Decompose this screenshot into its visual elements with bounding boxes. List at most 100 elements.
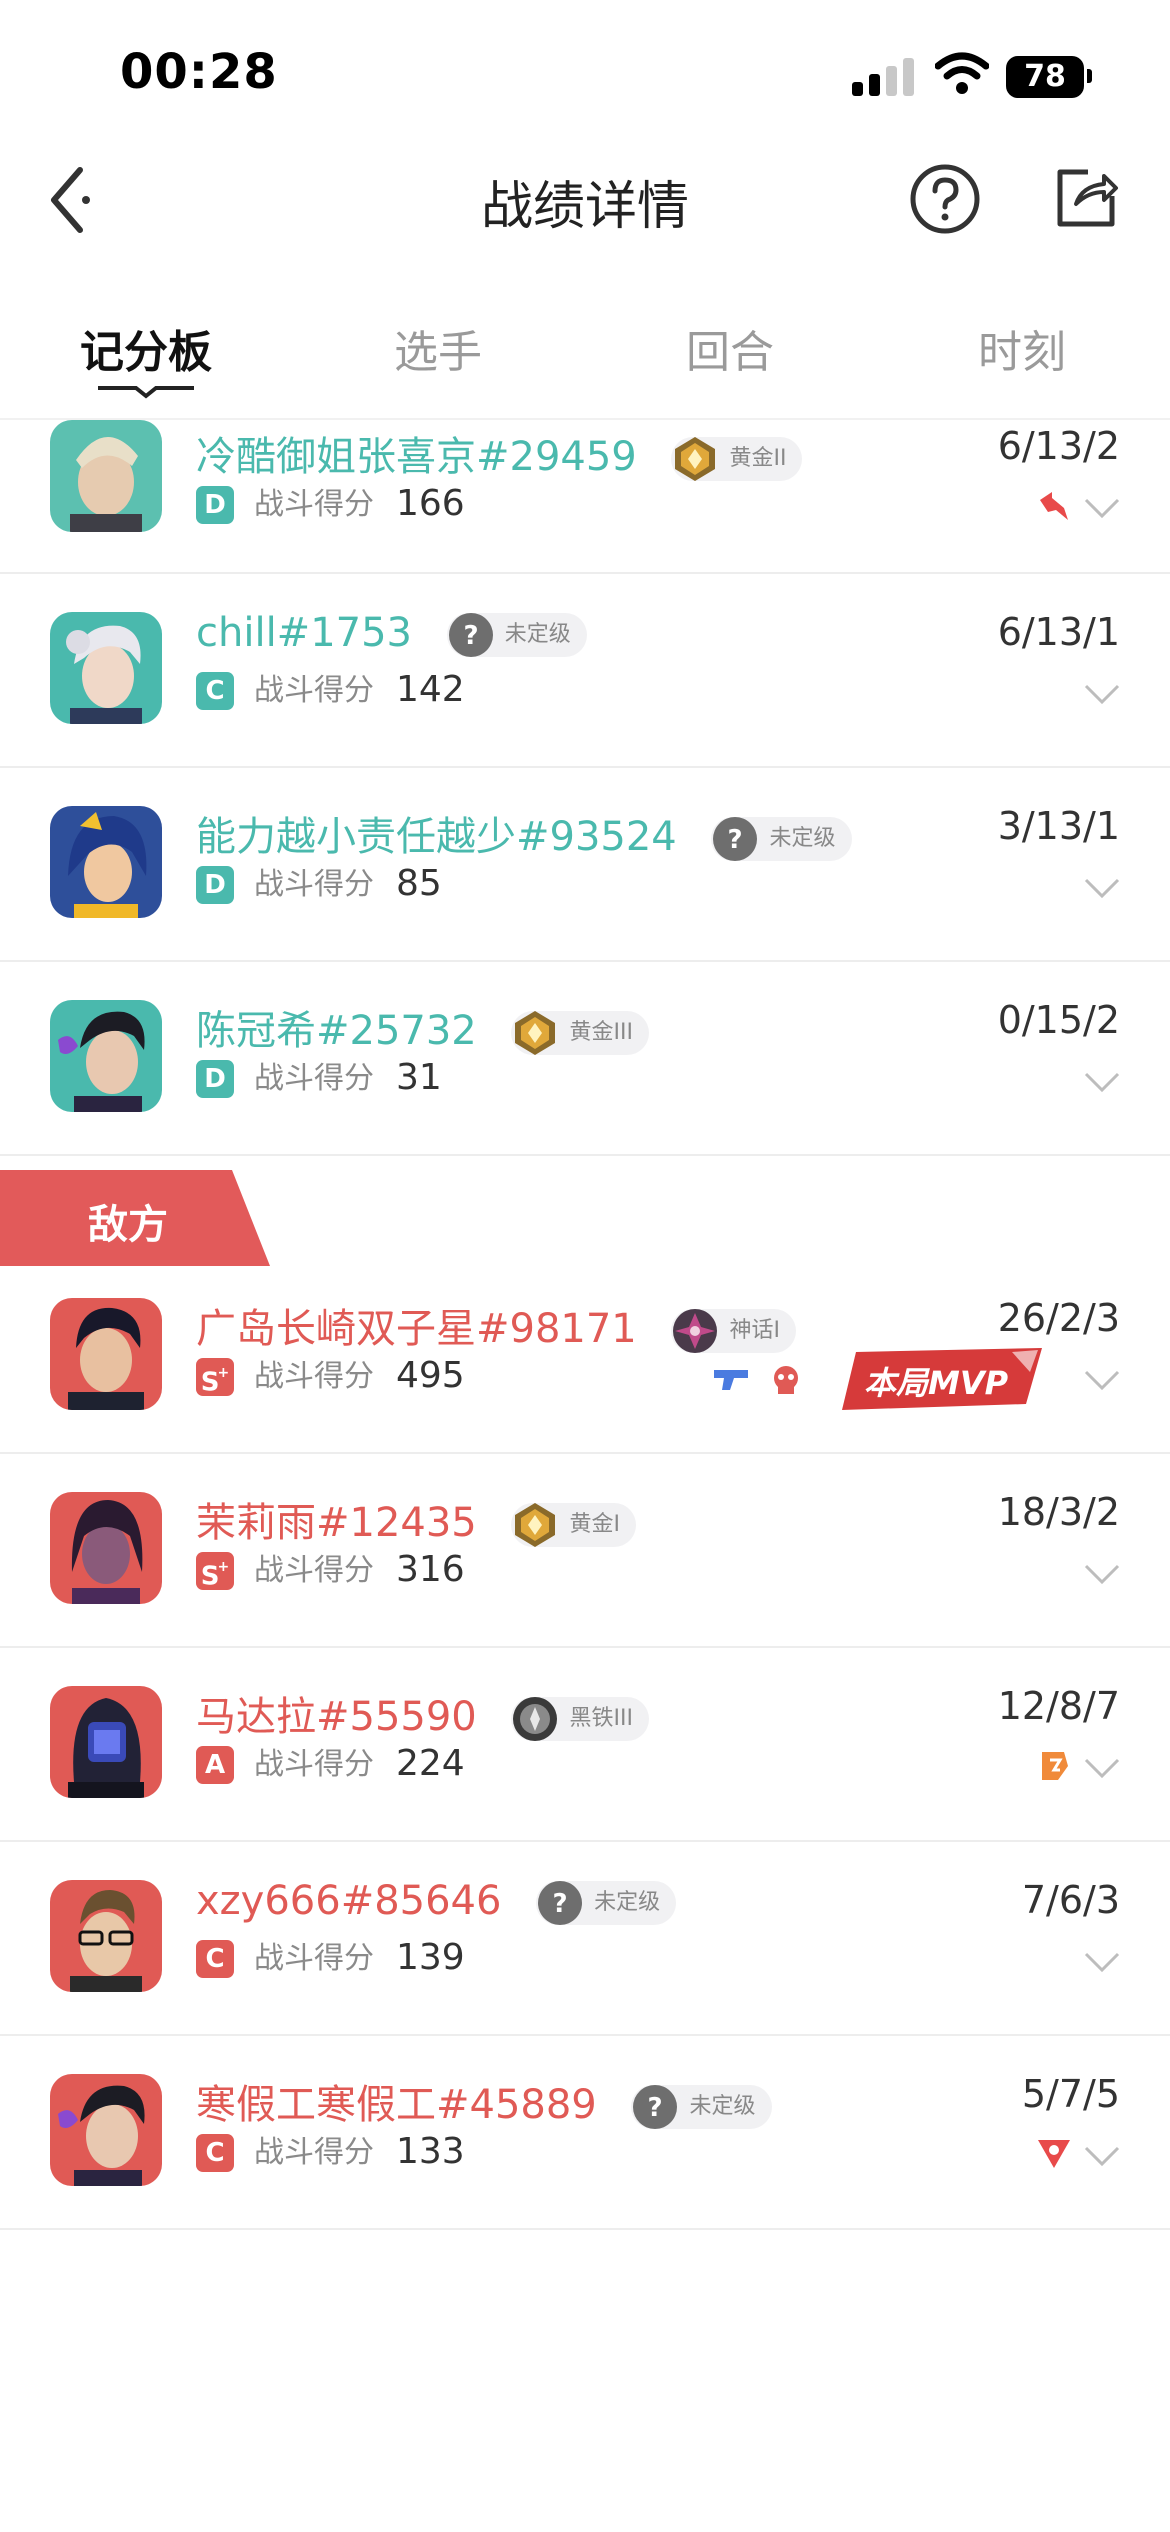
player-row[interactable]: 寒假工寒假工#45889 ? 未定级 C 战斗得分 133 5/7/5 (0, 2036, 1170, 2230)
battery-icon: 78 (1006, 56, 1084, 98)
score-label: 战斗得分 (254, 487, 374, 522)
gold-rank-icon (675, 437, 716, 481)
enemy-tag: 敌方 (0, 1170, 270, 1266)
combat-score: 85 (396, 863, 442, 904)
red-triangle-icon (1038, 2140, 1070, 2168)
kda: 6/13/1 (997, 610, 1120, 654)
rank-badge: 神话I (671, 1309, 796, 1353)
svg-text:?: ? (728, 825, 743, 855)
avatar (50, 806, 162, 918)
kda: 5/7/5 (1021, 2072, 1120, 2116)
rank-badge: ? 未定级 (446, 613, 587, 657)
rank-badge: ? 未定级 (711, 817, 852, 861)
score-label: 战斗得分 (254, 1359, 374, 1394)
rank-badge: 黄金I (511, 1503, 636, 1547)
avatar (50, 2074, 162, 2186)
score-label: 战斗得分 (254, 1747, 374, 1782)
combat-score: 224 (396, 1743, 465, 1784)
svg-text:?: ? (648, 2093, 663, 2123)
rank-badge: 黄金II (671, 437, 803, 481)
kda: 12/8/7 (997, 1684, 1120, 1728)
unranked-icon: ? (538, 1881, 583, 1925)
iron-rank-icon (513, 1697, 558, 1741)
kda: 26/2/3 (997, 1296, 1120, 1340)
player-name: 茉莉雨#12435 黄金I (196, 1490, 636, 1548)
gold-rank-icon (515, 1503, 556, 1547)
player-list: 冷酷御姐张喜京#29459 黄金II D 战斗得分 166 6/13/2 chi… (0, 418, 1170, 2230)
chevron-down-icon[interactable] (1084, 496, 1120, 520)
player-row[interactable]: xzy666#85646 ? 未定级 C 战斗得分 139 7/6/3 (0, 1842, 1170, 2036)
avatar (50, 612, 162, 724)
grade-badge: A (196, 1746, 234, 1784)
chevron-down-icon[interactable] (1084, 682, 1120, 706)
chevron-down-icon[interactable] (1084, 1368, 1120, 1392)
share-icon[interactable] (1052, 162, 1122, 232)
combat-score: 133 (396, 2131, 465, 2172)
svg-text:?: ? (463, 621, 478, 651)
combat-score: 142 (396, 669, 465, 710)
grade-badge: C (196, 2134, 234, 2172)
chevron-down-icon[interactable] (1084, 1950, 1120, 1974)
avatar (50, 1686, 162, 1798)
signal-icon (852, 56, 916, 96)
grade-badge: D (196, 1060, 234, 1098)
tab-rounds[interactable]: 回合 (610, 316, 850, 380)
player-row[interactable]: 茉莉雨#12435 黄金I S+ 战斗得分 316 18/3/2 (0, 1454, 1170, 1648)
player-name: chill#1753 ? 未定级 (196, 610, 587, 657)
grade-badge: S+ (196, 1552, 234, 1592)
score-label: 战斗得分 (254, 867, 374, 902)
combat-score: 139 (396, 1937, 465, 1978)
unranked-icon: ? (713, 817, 758, 861)
gold-rank-icon (515, 1011, 556, 1055)
rank-badge: ? 未定级 (631, 2085, 772, 2129)
player-row[interactable]: 陈冠希#25732 黄金III D 战斗得分 31 0/15/2 (0, 962, 1170, 1156)
enemy-section-header: 敌方 (0, 1156, 1170, 1266)
player-name: xzy666#85646 ? 未定级 (196, 1878, 677, 1925)
avatar (50, 1880, 162, 1992)
player-row[interactable]: chill#1753 ? 未定级 C 战斗得分 142 6/13/1 (0, 574, 1170, 768)
rank-badge: 黄金III (511, 1011, 649, 1055)
score-label: 战斗得分 (254, 1061, 374, 1096)
battery-tip (1087, 69, 1092, 83)
mythic-rank-icon (673, 1309, 718, 1353)
combat-score: 316 (396, 1549, 465, 1590)
status-time: 00:28 (120, 44, 278, 100)
nav-bar: 战绩详情 (0, 140, 1170, 260)
grade-badge: C (196, 672, 234, 710)
combat-score: 166 (396, 483, 465, 524)
player-name: 寒假工寒假工#45889 ? 未定级 (196, 2072, 772, 2130)
player-name: 陈冠希#25732 黄金III (196, 998, 649, 1056)
player-row[interactable]: 冷酷御姐张喜京#29459 黄金II D 战斗得分 166 6/13/2 (0, 418, 1170, 574)
rank-badge: 黑铁III (511, 1697, 649, 1741)
player-name: 冷酷御姐张喜京#29459 黄金II (196, 424, 803, 482)
wifi-icon (935, 52, 989, 94)
chevron-down-icon[interactable] (1084, 1562, 1120, 1586)
weapon-and-skull-icons (714, 1366, 798, 1394)
kda: 7/6/3 (1021, 1878, 1120, 1922)
player-row[interactable]: 广岛长崎双子星#98171 神话I S+ 战斗得分 495 26/2/3 本局M… (0, 1260, 1170, 1454)
chevron-down-icon[interactable] (1084, 1070, 1120, 1094)
chevron-down-icon[interactable] (1084, 2144, 1120, 2168)
score-label: 战斗得分 (254, 673, 374, 708)
player-row[interactable]: 能力越小责任越少#93524 ? 未定级 D 战斗得分 85 3/13/1 (0, 768, 1170, 962)
chevron-down-icon[interactable] (1084, 1756, 1120, 1780)
combat-score: 31 (396, 1057, 442, 1098)
kda: 6/13/2 (997, 424, 1120, 468)
grade-badge: D (196, 866, 234, 904)
grade-badge: C (196, 1940, 234, 1978)
combat-score: 495 (396, 1355, 465, 1396)
tab-players[interactable]: 选手 (318, 316, 558, 380)
player-name: 马达拉#55590 黑铁III (196, 1684, 649, 1742)
help-icon[interactable] (908, 162, 982, 236)
mvp-badge: 本局MVP (842, 1348, 1042, 1410)
score-label: 战斗得分 (254, 2135, 374, 2170)
score-label: 战斗得分 (254, 1553, 374, 1588)
tab-scoreboard[interactable]: 记分板 (26, 316, 266, 380)
score-label: 战斗得分 (254, 1941, 374, 1976)
chevron-down-icon[interactable] (1084, 876, 1120, 900)
tab-moments[interactable]: 时刻 (902, 316, 1142, 380)
status-bar: 00:28 78 (0, 0, 1170, 140)
player-row[interactable]: 马达拉#55590 黑铁III A 战斗得分 224 12/8/7 (0, 1648, 1170, 1842)
player-name: 能力越小责任越少#93524 ? 未定级 (196, 804, 852, 862)
tab-bar: 记分板 选手 回合 时刻 (0, 300, 1170, 420)
